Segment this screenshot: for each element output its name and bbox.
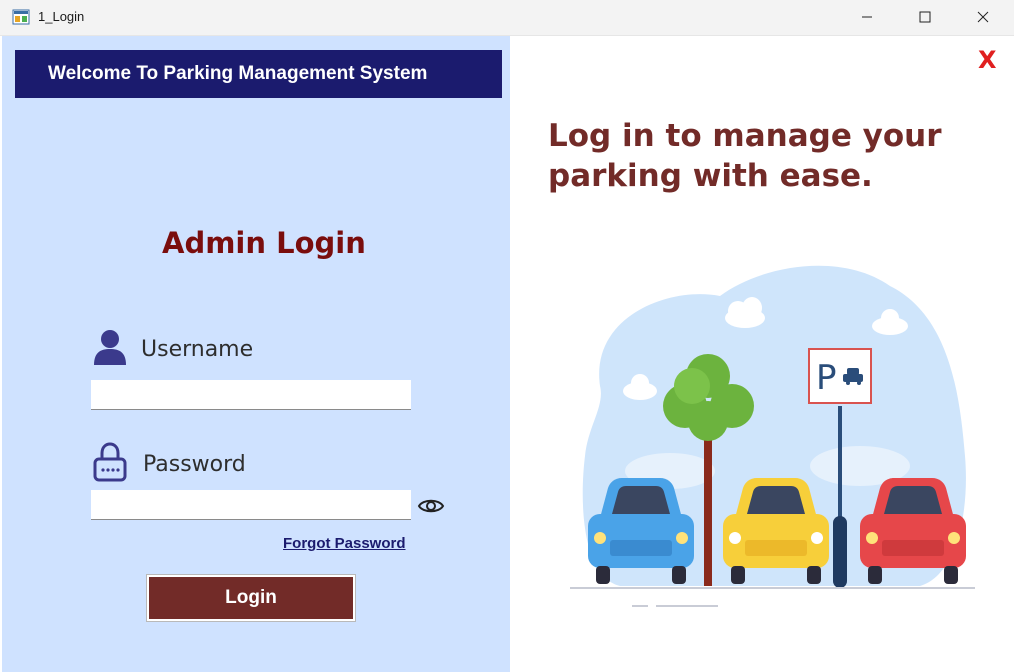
password-input[interactable] [91,490,411,520]
eye-icon[interactable] [417,496,445,516]
welcome-banner: Welcome To Parking Management System [15,50,502,98]
login-button[interactable]: Login [146,574,356,622]
post [833,516,847,588]
minimize-icon [862,16,872,18]
tagline: Log in to manage your parking with ease. [548,118,942,194]
maximize-icon [919,11,931,23]
login-panel: Welcome To Parking Management System Adm… [2,36,510,672]
parking-lot-illustration: P [570,265,975,607]
parking-sign-letter: P [816,358,837,398]
maximize-button[interactable] [902,0,948,34]
window-title: 1_Login [38,9,85,24]
tree-trunk [704,426,712,586]
close-form-button[interactable]: X [978,46,997,74]
window-close-button[interactable] [960,0,1006,34]
user-icon [94,330,126,365]
minimize-button[interactable] [844,0,890,34]
info-panel: X Log in to manage your parking with eas… [510,36,1014,672]
username-input[interactable] [91,380,411,410]
forgot-password-link[interactable]: Forgot Password [283,535,406,552]
lock-icon [93,442,127,482]
username-label: Username [141,337,254,362]
close-icon [977,11,989,23]
window-titlebar: 1_Login [0,0,1014,36]
password-label: Password [143,452,246,477]
admin-login-heading: Admin Login [162,226,366,260]
app-window-icon [12,9,30,25]
